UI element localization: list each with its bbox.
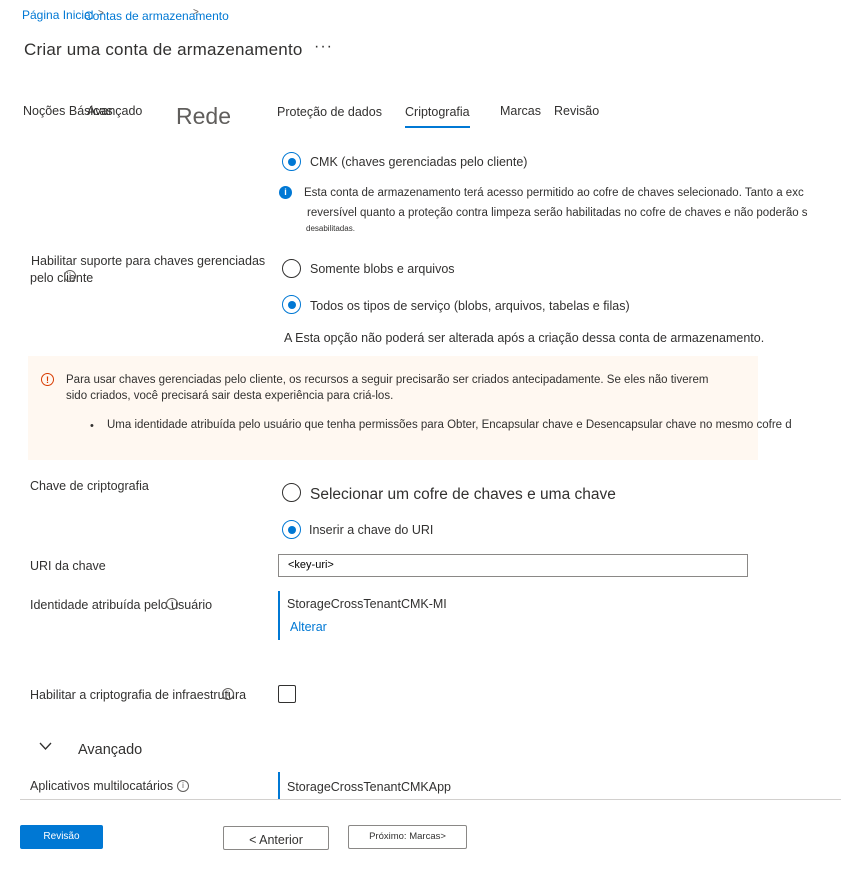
- info-icon: i: [279, 186, 292, 199]
- infra-encryption-label: Habilitar a criptografia de infraestrutu…: [30, 688, 247, 702]
- key-uri-label: URI da chave: [30, 559, 106, 573]
- encryption-key-label: Chave de criptografia: [30, 479, 149, 493]
- change-identity-link[interactable]: Alterar: [290, 620, 327, 634]
- warning-bullet-text: Uma identidade atribuída pelo usuário qu…: [107, 419, 792, 431]
- breadcrumb-home-link[interactable]: Página Inicial: [22, 8, 93, 22]
- multitenant-info-icon[interactable]: i: [177, 780, 189, 792]
- cmk-support-label: pelo cliente: [30, 271, 94, 285]
- identity-value: StorageCrossTenantCMK-MI: [287, 597, 447, 611]
- previous-button[interactable]: < Anterior: [223, 826, 329, 850]
- blobs-files-radio-label: Somente blobs e arquivos: [310, 262, 455, 276]
- more-options-icon[interactable]: ···: [314, 38, 333, 56]
- enter-uri-radio[interactable]: [282, 520, 301, 539]
- next-button[interactable]: Próximo: Marcas>: [348, 825, 467, 849]
- cmk-radio[interactable]: [282, 152, 301, 171]
- multitenant-value: StorageCrossTenantCMKApp: [287, 780, 451, 794]
- tab-data-protection[interactable]: Proteção de dados: [277, 105, 382, 119]
- key-uri-input[interactable]: <key-uri>: [278, 554, 748, 577]
- cmk-support-label: Habilitar suporte para chaves gerenciada…: [31, 254, 266, 268]
- tab-encryption[interactable]: Criptografia: [405, 105, 470, 128]
- identity-label: Identidade atribuída pelo usuário: [30, 598, 213, 612]
- review-button[interactable]: Revisão: [20, 825, 103, 849]
- breadcrumb-chevron-icon: >: [193, 7, 199, 18]
- tab-advanced[interactable]: Avançado: [87, 104, 142, 118]
- multitenant-accent-bar: [278, 772, 280, 799]
- tab-networking[interactable]: Rede: [176, 103, 231, 130]
- identity-info-icon[interactable]: i: [166, 598, 178, 610]
- warning-text: Para usar chaves gerenciadas pelo client…: [66, 374, 709, 386]
- tab-review[interactable]: Revisão: [554, 104, 599, 118]
- cmk-info-text: reversível quanto a proteção contra limp…: [307, 207, 808, 219]
- all-services-radio-label: Todos os tipos de serviço (blobs, arquiv…: [310, 299, 630, 313]
- enter-uri-radio-label: Inserir a chave do URI: [309, 523, 434, 537]
- all-services-radio[interactable]: [282, 295, 301, 314]
- warning-text: sido criados, você precisará sair desta …: [66, 390, 394, 402]
- select-vault-radio-label: Selecionar um cofre de chaves e uma chav…: [310, 486, 616, 503]
- blobs-files-radio[interactable]: [282, 259, 301, 278]
- cmk-info-text: Esta conta de armazenamento terá acesso …: [304, 187, 804, 199]
- cmk-radio-label: CMK (chaves gerenciadas pelo cliente): [310, 155, 528, 169]
- breadcrumb-storage-accounts-link[interactable]: Contas de armazenamento: [84, 9, 229, 23]
- infra-encryption-info-icon[interactable]: i: [222, 688, 234, 700]
- chevron-down-icon[interactable]: [39, 742, 52, 751]
- tab-tags[interactable]: Marcas: [500, 104, 541, 118]
- multitenant-label: Aplicativos multilocatários: [30, 779, 174, 793]
- cmk-support-note: A Esta opção não poderá ser alterada apó…: [284, 331, 765, 345]
- bullet-icon: •: [90, 420, 94, 432]
- select-vault-radio[interactable]: [282, 483, 301, 502]
- cmk-support-info-icon[interactable]: i: [64, 270, 76, 282]
- advanced-section-toggle[interactable]: Avançado: [78, 742, 142, 758]
- cmk-info-text: desabilitadas.: [306, 224, 355, 233]
- page-title: Criar uma conta de armazenamento: [24, 40, 303, 59]
- warning-icon: !: [41, 373, 54, 386]
- warning-message-bar: [28, 356, 758, 460]
- identity-accent-bar: [278, 591, 280, 640]
- infra-encryption-checkbox[interactable]: [278, 685, 296, 703]
- footer-divider: [20, 799, 841, 800]
